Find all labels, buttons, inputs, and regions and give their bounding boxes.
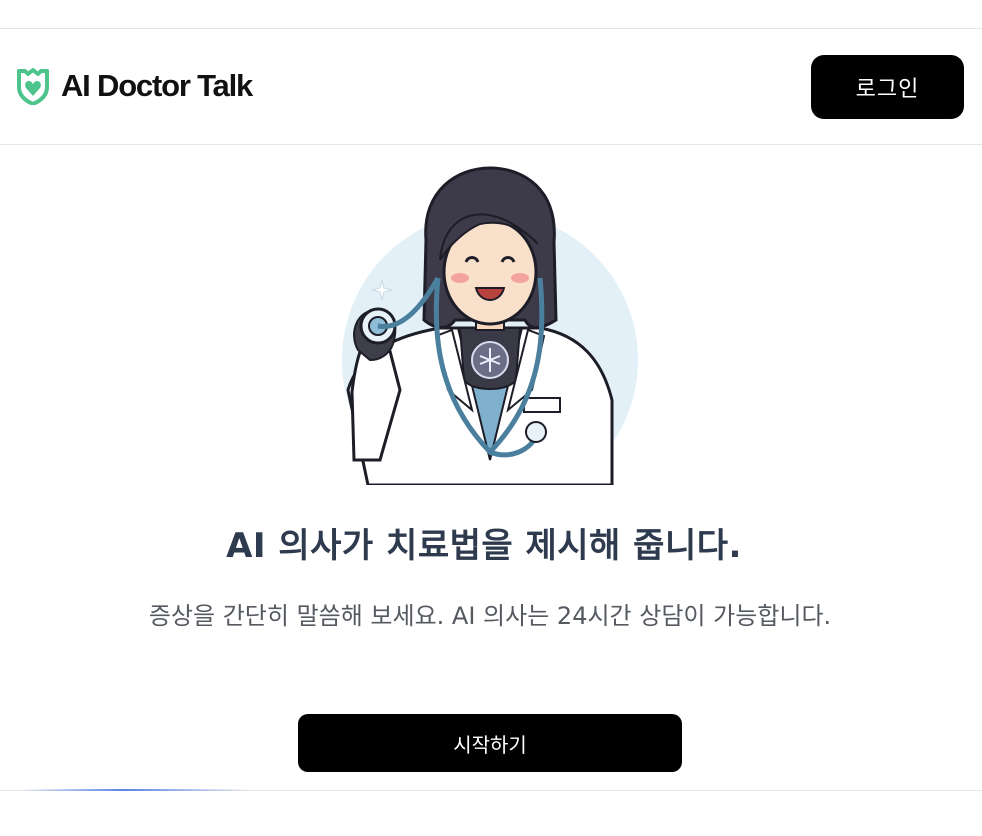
top-strip: [0, 0, 982, 29]
hero-title: AI 의사가 치료법을 제시해 줍니다.: [226, 526, 742, 566]
footer-accent-line: [20, 789, 250, 791]
header-bar: AI Doctor Talk 로그인: [0, 29, 982, 145]
start-button[interactable]: 시작하기: [298, 714, 682, 772]
hero-subtitle: 증상을 간단히 말씀해 보세요. AI 의사는 24시간 상담이 가능합니다.: [148, 602, 832, 630]
brand-name: AI Doctor Talk: [61, 68, 253, 103]
shield-heart-icon: [17, 68, 49, 105]
doctor-illustration: [342, 166, 638, 485]
brand-logo[interactable]: AI Doctor Talk: [15, 67, 253, 105]
login-button[interactable]: 로그인: [811, 55, 964, 119]
